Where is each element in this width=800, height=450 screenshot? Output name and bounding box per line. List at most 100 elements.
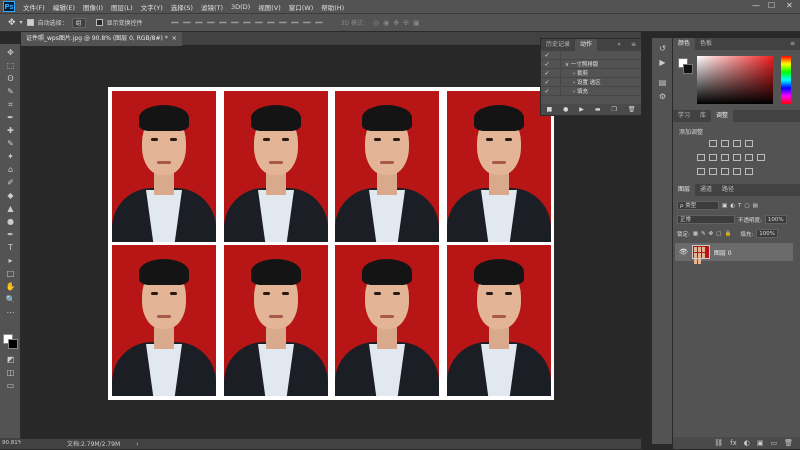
3d-slide-icon[interactable]: ✣ xyxy=(403,19,409,27)
action-row[interactable]: ✓ › 裁剪 xyxy=(541,69,641,78)
dodge-tool-icon[interactable]: ● xyxy=(5,217,16,226)
check-icon[interactable]: ✓ xyxy=(541,79,553,86)
background-color[interactable] xyxy=(683,64,693,74)
blend-mode-dropdown[interactable]: 正常 xyxy=(677,215,735,224)
delete-layer-icon[interactable]: 🗑 xyxy=(784,439,793,447)
blur-tool-icon[interactable]: ▲ xyxy=(5,204,16,213)
color-balance-icon[interactable] xyxy=(721,154,729,161)
selective-color-icon[interactable] xyxy=(745,168,753,175)
filter-type-icon[interactable]: T xyxy=(738,203,741,209)
photo-filter-icon[interactable] xyxy=(745,154,753,161)
artboard-icon[interactable]: ▭ xyxy=(5,381,16,390)
auto-align-icon[interactable] xyxy=(314,21,323,24)
posterize-icon[interactable] xyxy=(709,168,717,175)
invert-icon[interactable] xyxy=(697,168,705,175)
new-layer-icon[interactable]: ▭ xyxy=(770,439,777,447)
check-icon[interactable]: ✓ xyxy=(541,61,553,68)
black-white-icon[interactable] xyxy=(733,154,741,161)
marquee-tool-icon[interactable]: ⬚ xyxy=(5,61,16,70)
zoom-level[interactable]: 90.81% xyxy=(0,438,23,449)
distribute-top-icon[interactable] xyxy=(242,21,251,24)
trash-icon[interactable]: 🗑 xyxy=(628,106,636,113)
color-spectrum[interactable] xyxy=(697,56,773,104)
tab-close-icon[interactable]: × xyxy=(172,32,177,46)
menu-type[interactable]: 文字(Y) xyxy=(137,2,167,12)
adjustment-layer-icon[interactable]: ◐ xyxy=(744,439,750,447)
menu-layer[interactable]: 图层(L) xyxy=(107,2,137,12)
hue-slider[interactable] xyxy=(781,56,791,104)
play-icon[interactable]: ▶ xyxy=(579,106,584,113)
adjustments-panel-icon[interactable]: ⚙ xyxy=(657,92,668,102)
menu-edit[interactable]: 编辑(E) xyxy=(49,2,79,12)
link-layers-icon[interactable]: ⛓ xyxy=(714,439,723,447)
brightness-contrast-icon[interactable] xyxy=(709,140,717,147)
vibrance-icon[interactable] xyxy=(697,154,705,161)
filter-smart-icon[interactable]: ▤ xyxy=(753,203,758,209)
check-icon[interactable]: ✓ xyxy=(541,52,553,59)
menu-select[interactable]: 选择(S) xyxy=(167,2,197,12)
rectangle-tool-icon[interactable]: □ xyxy=(5,269,16,278)
show-transform-checkbox[interactable] xyxy=(95,19,103,26)
align-right-icon[interactable] xyxy=(194,21,203,24)
distribute-middle-icon[interactable] xyxy=(254,21,263,24)
eyedropper-tool-icon[interactable]: ✒ xyxy=(5,113,16,122)
tab-learn[interactable]: 学习 xyxy=(673,110,695,122)
actions-panel-icon[interactable]: ▶ xyxy=(657,58,668,68)
status-arrow-icon[interactable]: › xyxy=(136,439,138,449)
panel-menu-icon[interactable]: ≡ xyxy=(626,39,641,51)
move-tool-icon[interactable]: ✥ xyxy=(8,18,16,28)
menu-window[interactable]: 窗口(W) xyxy=(285,2,318,12)
new-set-icon[interactable]: ▬ xyxy=(595,106,601,113)
history-brush-tool-icon[interactable]: ⌂ xyxy=(5,165,16,174)
hue-saturation-icon[interactable] xyxy=(709,154,717,161)
threshold-icon[interactable] xyxy=(721,168,729,175)
filter-adjust-icon[interactable]: ◐ xyxy=(730,203,735,209)
type-tool-icon[interactable]: T xyxy=(5,243,16,252)
lock-paint-icon[interactable]: ✎ xyxy=(701,231,706,237)
eraser-tool-icon[interactable]: ✐ xyxy=(5,178,16,187)
distribute-right-icon[interactable] xyxy=(302,21,311,24)
channel-mixer-icon[interactable] xyxy=(757,154,765,161)
menu-3d[interactable]: 3D(D) xyxy=(227,3,254,11)
path-select-tool-icon[interactable]: ▸ xyxy=(5,256,16,265)
menu-file[interactable]: 文件(F) xyxy=(19,2,49,12)
tab-actions[interactable]: 动作 xyxy=(575,39,598,51)
quick-select-tool-icon[interactable]: ✎ xyxy=(5,87,16,96)
screen-mode-icon[interactable]: ◫ xyxy=(5,368,16,377)
record-icon[interactable]: ● xyxy=(563,106,568,113)
tab-history[interactable]: 历史记录 xyxy=(541,39,575,51)
document-tab[interactable]: 证件照_wps图片.jpg @ 90.8% (图层 0, RGB/8#) * × xyxy=(21,32,182,46)
menu-image[interactable]: 图像(I) xyxy=(79,2,107,12)
tool-preset-chevron-icon[interactable]: ▾ xyxy=(20,19,23,26)
photo-sheet[interactable] xyxy=(108,87,554,400)
properties-panel-icon[interactable]: ▤ xyxy=(657,78,668,88)
edit-toolbar-icon[interactable]: ⋯ xyxy=(5,308,16,317)
layer-row[interactable]: 👁 图层 0 xyxy=(675,243,793,264)
pen-tool-icon[interactable]: ✒ xyxy=(5,230,16,239)
action-row[interactable]: ✓ ∨ 一寸照排版 xyxy=(541,60,641,69)
lasso-tool-icon[interactable]: ʘ xyxy=(5,74,16,83)
action-row[interactable]: ✓ xyxy=(541,51,641,60)
tab-libraries[interactable]: 库 xyxy=(695,110,711,122)
hand-tool-icon[interactable]: ✋ xyxy=(5,282,16,291)
history-panel-icon[interactable]: ↺ xyxy=(657,44,668,54)
menu-help[interactable]: 帮助(H) xyxy=(317,2,348,12)
tab-paths[interactable]: 路径 xyxy=(717,184,739,196)
fx-icon[interactable]: fx xyxy=(730,439,737,447)
tab-adjustments[interactable]: 调整 xyxy=(711,110,734,122)
opacity-field[interactable]: 100% xyxy=(764,215,787,224)
lock-position-icon[interactable]: ✥ xyxy=(709,231,714,237)
align-left-icon[interactable] xyxy=(170,21,179,24)
check-icon[interactable]: ✓ xyxy=(541,88,553,95)
menu-view[interactable]: 视图(V) xyxy=(254,2,285,12)
background-color-swatch[interactable] xyxy=(8,339,18,349)
lock-all-icon[interactable]: 🔒 xyxy=(724,231,731,237)
maximize-icon[interactable]: ☐ xyxy=(768,1,775,10)
move-tool-icon[interactable]: ✥ xyxy=(5,48,16,57)
lock-pixels-icon[interactable]: ▦ xyxy=(693,231,698,237)
filter-pixel-icon[interactable]: ▣ xyxy=(722,203,727,209)
align-bottom-icon[interactable] xyxy=(230,21,239,24)
tab-color[interactable]: 颜色 xyxy=(673,38,696,50)
collapse-panel-icon[interactable]: » xyxy=(612,39,626,51)
panel-menu-icon[interactable]: ≡ xyxy=(785,38,800,50)
